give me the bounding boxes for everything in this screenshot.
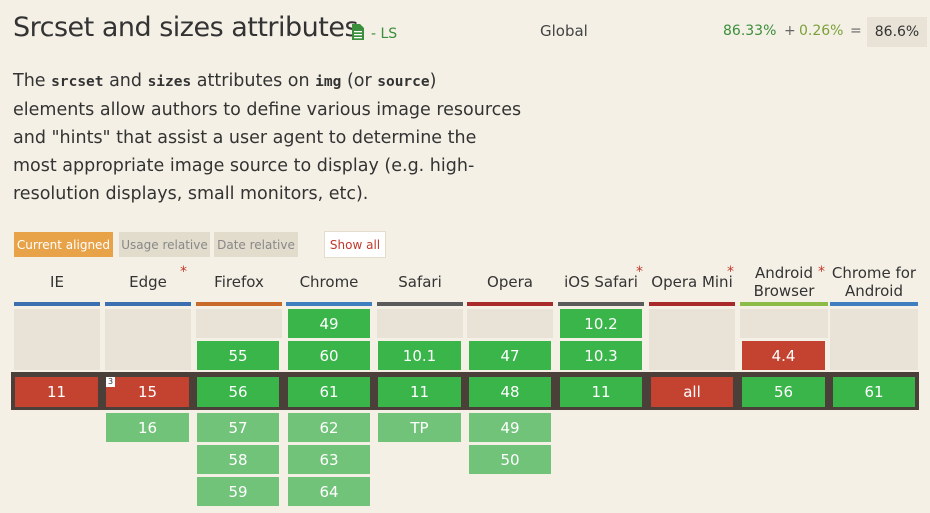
desc-code: srcset (51, 74, 104, 90)
version-cell-current[interactable]: 56 (197, 377, 279, 407)
browser-name: Edge (129, 273, 167, 291)
version-cell[interactable]: 4.4 (742, 341, 825, 370)
version-cell-current[interactable]: 11 (560, 377, 642, 407)
browser-header-firefox[interactable]: Firefox (196, 262, 282, 302)
version-cell-empty (830, 309, 918, 370)
browser-header-android-browser[interactable]: Android Browser (740, 262, 828, 302)
desc-code: img (315, 74, 342, 90)
support-partial-percent: 0.26% (799, 23, 844, 39)
version-cell[interactable]: 47 (469, 341, 551, 370)
browser-color-bar (830, 302, 918, 306)
version-cell-current[interactable]: 56 (742, 377, 825, 407)
version-cell-future[interactable]: 57 (197, 413, 279, 442)
version-cell-future[interactable]: 64 (288, 477, 370, 506)
current-aligned-button[interactable]: Current aligned (14, 232, 113, 257)
version-cell-future[interactable]: 59 (197, 477, 279, 506)
version-cell[interactable]: 10.1 (378, 341, 461, 370)
browser-header-ios-safari[interactable]: iOS Safari (558, 262, 644, 302)
browser-color-bar (377, 302, 463, 306)
show-all-button[interactable]: Show all (324, 231, 386, 258)
version-cell-future[interactable]: 49 (469, 413, 551, 442)
note-marker[interactable]: * (818, 264, 825, 280)
browser-color-bar (14, 302, 100, 306)
browser-color-bar (105, 302, 191, 306)
browser-name: Firefox (214, 273, 264, 291)
version-cell-current[interactable]: 61 (833, 377, 915, 407)
version-cell-empty (377, 309, 463, 338)
browser-color-bar (196, 302, 282, 306)
usage-relative-button[interactable]: Usage relative (119, 232, 210, 257)
version-cell-current[interactable]: all (651, 377, 733, 407)
note-marker[interactable]: * (180, 264, 187, 280)
version-cell-future[interactable]: 63 (288, 445, 370, 474)
equals-sign: = (850, 23, 862, 39)
version-cell-future[interactable]: 16 (106, 413, 189, 442)
browser-name: Opera (487, 273, 533, 291)
desc-code: source (377, 74, 430, 90)
browser-header-ie[interactable]: IE (14, 262, 100, 302)
spec-status-link[interactable]: - LS (371, 26, 397, 42)
version-cell-empty (105, 309, 191, 370)
version-cell-current[interactable]: 11 (15, 377, 98, 407)
version-cell-empty (14, 309, 100, 370)
version-cell-current[interactable]: 15 (106, 377, 189, 407)
version-cell-empty (196, 309, 282, 338)
browser-color-bar (558, 302, 644, 306)
browser-name: IE (50, 273, 64, 291)
version-cell-future[interactable]: 50 (469, 445, 551, 474)
browser-color-bar (286, 302, 372, 306)
version-cell-current[interactable]: 61 (288, 377, 370, 407)
browser-header-safari[interactable]: Safari (377, 262, 463, 302)
version-cell[interactable]: 49 (288, 309, 370, 338)
version-cell-future[interactable]: TP (378, 413, 461, 442)
browser-color-bar (740, 302, 828, 306)
version-cell-current[interactable]: 48 (469, 377, 551, 407)
version-cell-future[interactable]: 62 (288, 413, 370, 442)
feature-description: The srcset and sizes attributes on img (… (13, 67, 523, 208)
plus-sign: + (784, 23, 796, 39)
document-icon[interactable] (352, 24, 364, 40)
version-cell-empty (467, 309, 553, 338)
browser-name: Safari (398, 273, 442, 291)
browser-name: Chrome (299, 273, 359, 291)
date-relative-button[interactable]: Date relative (214, 232, 298, 257)
browser-color-bar (649, 302, 735, 306)
version-cell-empty (740, 309, 828, 338)
version-cell[interactable]: 10.3 (560, 341, 642, 370)
version-cell-empty (649, 309, 735, 370)
browser-name: Chrome for Android (831, 264, 917, 300)
note-badge[interactable]: 3 (106, 377, 115, 387)
desc-code: sizes (147, 74, 192, 90)
note-marker[interactable]: * (727, 264, 734, 280)
note-marker[interactable]: * (636, 264, 643, 280)
version-cell-future[interactable]: 58 (197, 445, 279, 474)
page-title: Srcset and sizes attributes (13, 12, 359, 43)
browser-name: Opera Mini (651, 273, 733, 291)
version-cell[interactable]: 10.2 (560, 309, 642, 338)
version-cell-current[interactable]: 11 (378, 377, 461, 407)
browser-name: iOS Safari (564, 273, 638, 291)
support-total-percent: 86.6% (867, 17, 927, 47)
support-full-percent: 86.33% (723, 23, 777, 39)
browser-header-opera-mini[interactable]: Opera Mini (649, 262, 735, 302)
browser-color-bar (467, 302, 553, 306)
browser-name: Android Browser (753, 264, 815, 300)
version-cell[interactable]: 60 (288, 341, 370, 370)
desc-text: and (103, 71, 148, 91)
usage-scope-label[interactable]: Global (540, 22, 588, 40)
browser-header-edge[interactable]: Edge (105, 262, 191, 302)
desc-text: The (13, 71, 52, 91)
version-cell[interactable]: 55 (197, 341, 279, 370)
browser-header-opera[interactable]: Opera (467, 262, 553, 302)
browser-header-chrome[interactable]: Chrome (286, 262, 372, 302)
desc-text: attributes on (191, 71, 316, 91)
desc-text: (or (341, 71, 378, 91)
browser-header-chrome-android[interactable]: Chrome for Android (830, 262, 918, 302)
